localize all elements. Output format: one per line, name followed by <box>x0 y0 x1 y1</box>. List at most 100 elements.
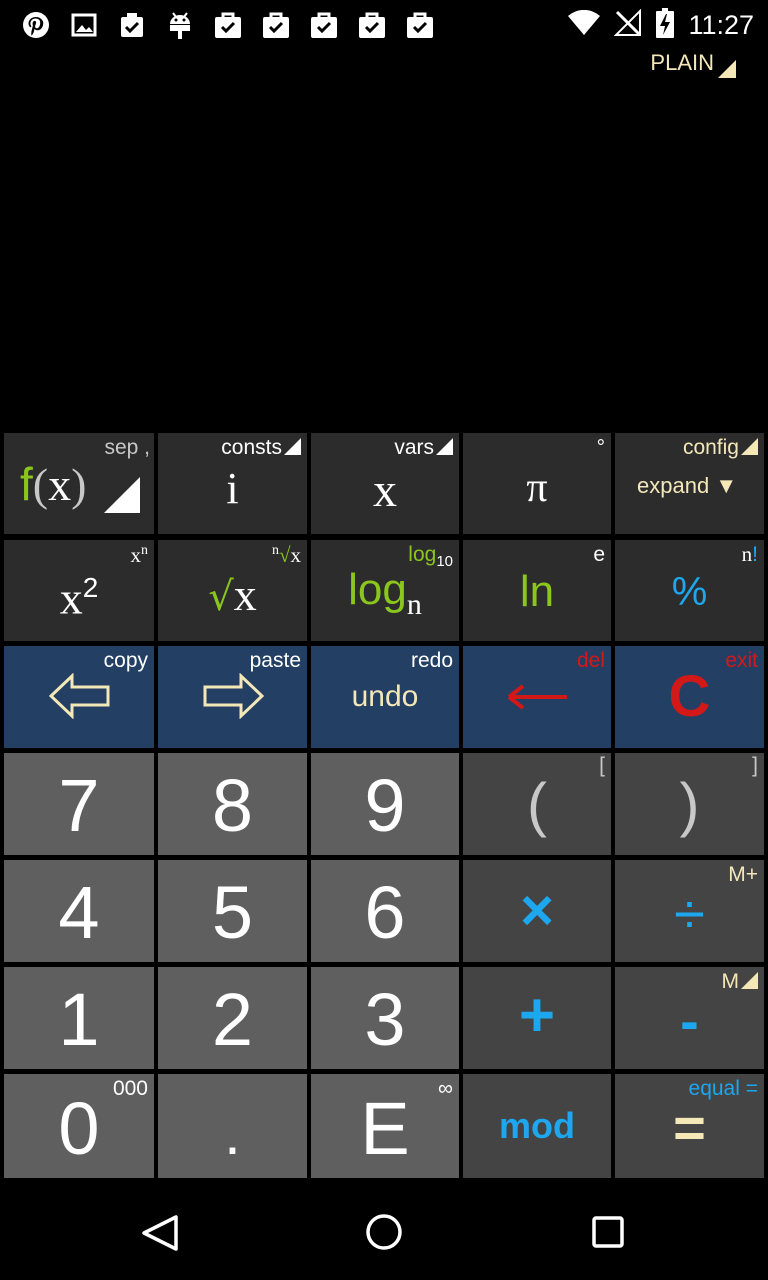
open-paren: ( <box>32 459 49 510</box>
clear-key[interactable]: exit C <box>615 646 764 748</box>
cursor-left-key[interactable]: copy <box>4 646 154 748</box>
plus-key[interactable]: + <box>463 967 611 1069</box>
backspace-arrow-icon <box>507 684 567 710</box>
right-arrow-icon <box>203 673 264 719</box>
home-icon[interactable] <box>365 1213 403 1251</box>
log-label: log <box>348 565 407 614</box>
percent-key[interactable]: n! % <box>615 540 764 641</box>
pi-key[interactable]: ° π <box>463 433 611 534</box>
vars-dropdown-icon <box>436 438 453 455</box>
key-main-label: % <box>671 570 708 614</box>
key-main-label: 1 <box>58 978 100 1061</box>
square-exponent: 2 <box>82 572 99 603</box>
key-main-label: 7 <box>58 764 100 847</box>
expand-down-icon: ▼ <box>715 473 738 498</box>
key-main-label: 3 <box>364 978 406 1061</box>
key-main-label: 9 <box>364 764 406 847</box>
key-main-label: 5 <box>211 871 254 954</box>
key-secondary-label: config <box>683 437 758 458</box>
clock: 11:27 <box>688 10 754 40</box>
key-main-label: E <box>360 1087 410 1170</box>
sqrt-key[interactable]: n√x √x <box>158 540 307 641</box>
key-main-label: ( <box>527 771 547 838</box>
minus-key[interactable]: M - <box>615 967 764 1069</box>
undo-key[interactable]: redo undo <box>311 646 459 748</box>
display-area[interactable]: PLAIN <box>0 50 768 430</box>
digit-5-key[interactable]: 5 <box>158 860 307 962</box>
key-main-label: - <box>680 989 699 1052</box>
key-secondary-label: del <box>576 649 605 672</box>
sqrt-symbol: √ <box>208 574 234 620</box>
imaginary-key[interactable]: consts i <box>158 433 307 534</box>
x-label: x <box>48 459 72 510</box>
key-secondary-label: xn <box>131 544 149 566</box>
recents-icon[interactable] <box>591 1215 625 1249</box>
root-symbol: √ <box>278 543 291 567</box>
back-icon[interactable] <box>140 1213 180 1253</box>
shopping-bag-icon <box>308 9 340 41</box>
key-main-label: √x <box>158 572 307 618</box>
config-key[interactable]: config expand ▼ <box>615 433 764 534</box>
key-main-label: i <box>226 464 239 513</box>
key-main-label: = <box>673 1096 706 1159</box>
root-index: n <box>271 543 279 558</box>
log-base: n <box>406 587 422 621</box>
delete-key[interactable]: del <box>463 646 611 748</box>
variable-x-key[interactable]: vars x <box>311 433 459 534</box>
key-secondary-label: consts <box>221 437 301 458</box>
key-main-label: . <box>224 1100 241 1167</box>
memory-dropdown-icon <box>741 972 758 989</box>
key-secondary-label: paste <box>249 649 301 672</box>
key-main-label: ) <box>679 771 700 838</box>
key-main-label: f(x) <box>20 461 86 508</box>
close-paren-key[interactable]: ] ) <box>615 753 764 855</box>
exponent-key[interactable]: ∞ E <box>311 1074 459 1178</box>
digit-1-key[interactable]: 1 <box>4 967 154 1069</box>
log10-label: log <box>408 543 437 566</box>
vars-label: vars <box>394 436 434 459</box>
equals-key[interactable]: equal = = <box>615 1074 764 1178</box>
expand-label: expand ▼ <box>637 473 737 499</box>
digit-7-key[interactable]: 7 <box>4 753 154 855</box>
config-label: config <box>682 436 739 459</box>
key-main-label: logn <box>311 568 459 620</box>
decimal-key[interactable]: . <box>158 1074 307 1178</box>
square-key[interactable]: xn x2 <box>4 540 154 641</box>
image-icon <box>68 9 100 41</box>
battery-charging-icon <box>656 8 675 43</box>
key-main-label: 2 <box>211 978 254 1061</box>
root-x: x <box>290 543 302 567</box>
left-arrow-icon <box>49 673 110 719</box>
digit-0-key[interactable]: 000 0 <box>4 1074 154 1178</box>
digit-8-key[interactable]: 8 <box>158 753 307 855</box>
android-icon <box>164 9 196 41</box>
memory-label: M <box>721 970 740 993</box>
system-icons: 11:27 <box>568 8 754 43</box>
status-bar: 11:27 <box>0 0 768 50</box>
mode-selector[interactable]: PLAIN <box>650 50 714 76</box>
key-main-label: π <box>526 465 548 511</box>
key-secondary-label: [ <box>599 754 605 777</box>
key-secondary-label: ° <box>596 436 605 459</box>
digit-6-key[interactable]: 6 <box>311 860 459 962</box>
ln-key[interactable]: e ln <box>463 540 611 641</box>
digit-3-key[interactable]: 3 <box>311 967 459 1069</box>
key-secondary-label: copy <box>103 649 148 672</box>
digit-9-key[interactable]: 9 <box>311 753 459 855</box>
log-key[interactable]: log10 logn <box>311 540 459 641</box>
factorial-bang: ! <box>752 543 758 566</box>
notification-icons <box>20 9 436 41</box>
square-base: x <box>59 572 83 624</box>
digit-4-key[interactable]: 4 <box>4 860 154 962</box>
digit-2-key[interactable]: 2 <box>158 967 307 1069</box>
f-label: f <box>20 458 33 510</box>
cursor-right-key[interactable]: paste <box>158 646 307 748</box>
divide-key[interactable]: M+ ÷ <box>615 860 764 962</box>
multiply-key[interactable]: × <box>463 860 611 962</box>
open-paren-key[interactable]: [ ( <box>463 753 611 855</box>
mod-key[interactable]: mod <box>463 1074 611 1178</box>
key-secondary-label: e <box>593 543 605 566</box>
fx-key[interactable]: sep , f(x) <box>4 433 154 534</box>
key-main-label: x <box>373 464 397 517</box>
no-signal-icon <box>614 8 642 42</box>
